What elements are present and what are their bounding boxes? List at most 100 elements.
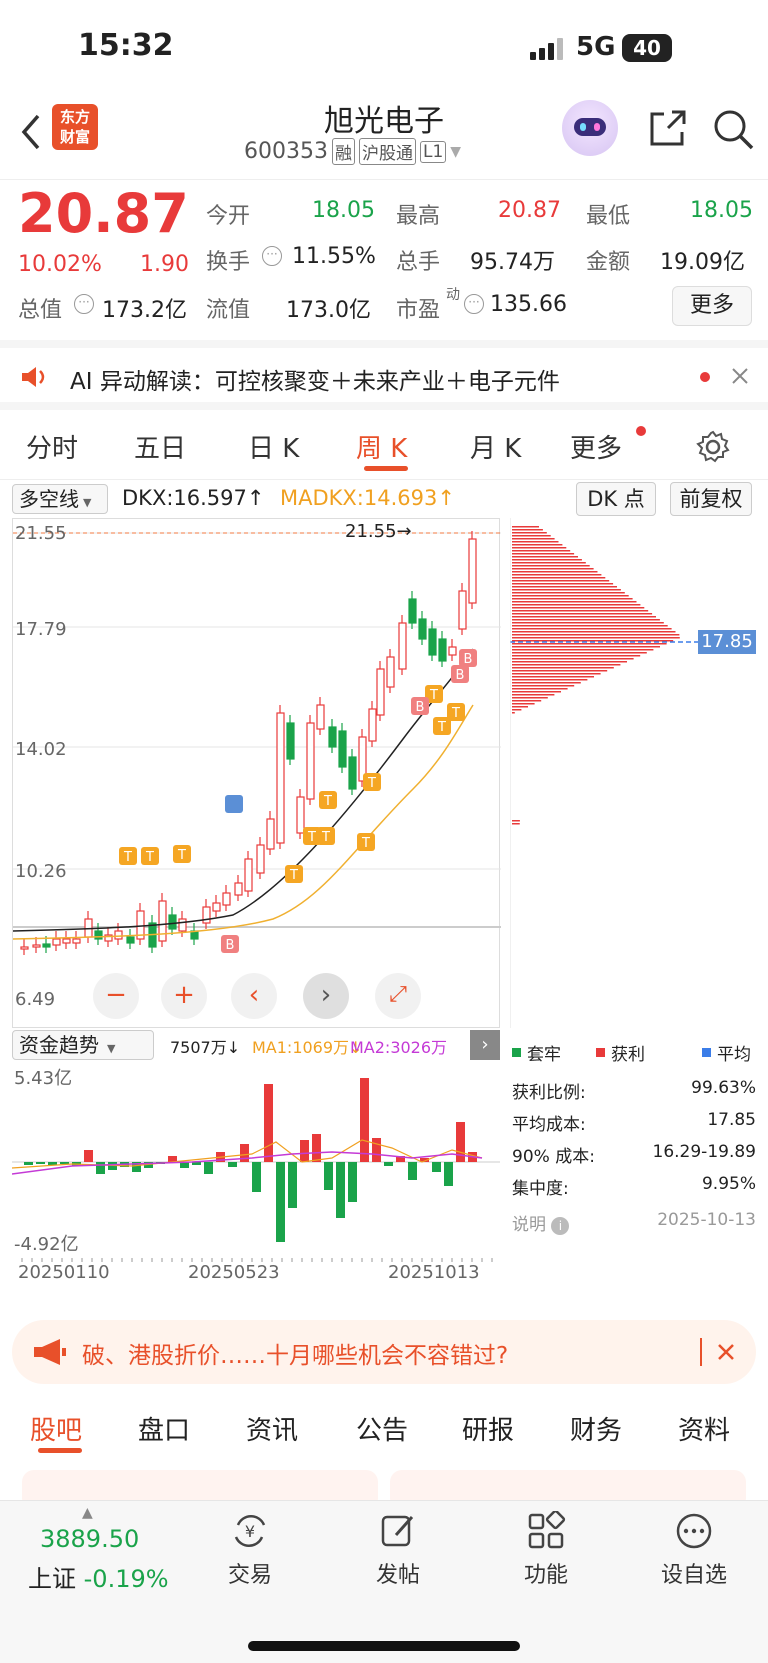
chip-bar [512, 589, 621, 591]
tab-financials[interactable]: 财务 [570, 1410, 622, 1447]
more-button[interactable]: 更多 [672, 286, 752, 326]
active-tab-indicator [38, 1448, 82, 1453]
index-value[interactable]: 3889.50 [40, 1525, 139, 1553]
add-watchlist-button[interactable]: 设自选 [644, 1511, 744, 1589]
amount-value: 19.09亿 [660, 250, 745, 275]
candle-body [458, 590, 467, 630]
tab-news[interactable]: 资讯 [246, 1410, 298, 1447]
tab-profile[interactable]: 资料 [678, 1410, 730, 1447]
functions-button[interactable]: 功能 [496, 1511, 596, 1589]
chip-bar [512, 625, 668, 627]
candle-body [296, 796, 305, 834]
info-dots-icon[interactable]: ··· [464, 294, 484, 314]
settings-gear-icon[interactable] [696, 430, 730, 464]
battery-level: 40 [633, 36, 661, 60]
pan-right-button[interactable]: › [303, 973, 349, 1019]
info-dots-icon[interactable]: ··· [74, 294, 94, 314]
index-quote[interactable]: 上证 -0.19% [28, 1559, 169, 1594]
flow-bar [312, 1134, 321, 1162]
signal-t-label: T [321, 830, 330, 845]
fund-flow-panel[interactable]: 资金趋势 ▼ 7507万↓ MA1:1069万↓ MA2:3026万 › 5.43… [12, 1030, 500, 1285]
tab-intraday[interactable]: 分时 [26, 428, 78, 465]
signal-t-label: T [307, 830, 316, 845]
chip-bar [512, 607, 645, 609]
kline-chart[interactable]: TTTTTTTTTTTTBBBB 21.55 17.79 14.02 10.26… [12, 518, 501, 1028]
search-icon[interactable] [712, 108, 756, 152]
chip-bar [512, 700, 542, 702]
chip-bar [512, 535, 551, 537]
flow-bar [84, 1150, 93, 1162]
turnover-value: 11.55% [292, 244, 376, 269]
signal-t-label: T [289, 868, 298, 883]
pan-left-button[interactable]: ‹ [231, 973, 277, 1019]
caret-up-icon: ▲ [82, 1505, 93, 1521]
amount-label: 金额 [586, 250, 631, 275]
chip-distribution[interactable]: 17.85 [509, 518, 758, 1028]
close-icon[interactable] [730, 366, 750, 386]
flow-bar [204, 1162, 213, 1174]
pe-value: 135.66 [490, 292, 567, 317]
ai-assistant-avatar[interactable] [562, 100, 618, 156]
chip-bar [512, 679, 588, 681]
candle-body [428, 628, 437, 656]
tab-forum[interactable]: 股吧 [30, 1410, 82, 1447]
chip-bar [512, 565, 590, 567]
signal-b-label: B [226, 938, 235, 953]
stock-code-row[interactable]: 600353 融 沪股通 L1 ▼ [244, 138, 461, 165]
price-adjust-button[interactable]: 前复权 [670, 482, 752, 516]
info-dots-icon[interactable]: ··· [262, 246, 282, 266]
dk-point-button[interactable]: DK 点 [576, 482, 656, 516]
chip-bar [512, 583, 614, 585]
signal-b-label: B [464, 652, 473, 667]
zoom-out-button[interactable]: − [93, 973, 139, 1019]
chip-bar [512, 553, 575, 555]
avg-cost-tag: 17.85 [698, 630, 756, 654]
tab-announcements[interactable]: 公告 [356, 1410, 408, 1447]
tab-daily-k[interactable]: 日 K [248, 428, 299, 465]
indicator-select[interactable]: 多空线 ▼ [12, 484, 108, 514]
chip-bar [512, 613, 653, 615]
legend-note[interactable]: 说明 i 2025-10-13 [512, 1210, 756, 1235]
tab-five-day[interactable]: 五日 [134, 428, 186, 465]
ai-insight-bar[interactable]: AI 异动解读：可控核聚变＋未来产业＋电子元件 [0, 340, 768, 410]
candle-body [178, 918, 187, 932]
share-icon[interactable] [648, 108, 688, 148]
change-percent: 10.02% [18, 252, 102, 277]
promo-banner[interactable]: 破、港股折价……十月哪些机会不容错过? [12, 1320, 756, 1384]
megaphone-icon [34, 1339, 66, 1365]
expand-arrow-icon[interactable]: › [470, 1030, 500, 1060]
tab-orderbook[interactable]: 盘口 [138, 1410, 190, 1447]
trade-button[interactable]: ¥ 交易 [200, 1511, 300, 1589]
high-marker: 21.55→ [345, 521, 412, 542]
fund-flow-canvas [12, 1078, 500, 1262]
date-label: 20251013 [388, 1262, 480, 1283]
fund-flow-select[interactable]: 资金趋势 ▼ [12, 1030, 154, 1060]
dropdown-icon: ▼ [450, 143, 462, 160]
chip-bar [512, 562, 586, 564]
last-price: 20.87 [18, 182, 189, 245]
candle-body [348, 756, 357, 790]
chip-bar [512, 712, 515, 714]
tab-more[interactable]: 更多 [570, 428, 622, 465]
post-button[interactable]: 发帖 [348, 1511, 448, 1589]
chip-legend: 套牢 获利 平均 获利比例: 99.63% 平均成本: 17.85 90% 成本: 1… [510, 1030, 758, 1235]
flow-bar [228, 1162, 237, 1167]
tab-weekly-k[interactable]: 周 K [356, 428, 407, 465]
candle-body [328, 726, 337, 748]
close-icon[interactable] [716, 1342, 736, 1362]
signal-t-label: T [367, 776, 376, 791]
chip-bar [512, 538, 555, 540]
fullscreen-icon[interactable]: ⤢ [375, 973, 421, 1019]
signal-s-badge [225, 795, 243, 813]
tab-research[interactable]: 研报 [462, 1410, 514, 1447]
zoom-in-button[interactable]: + [161, 973, 207, 1019]
ma1-value: MA1:1069万↓ [252, 1038, 363, 1057]
chip-bar [512, 610, 649, 612]
candle-body [20, 946, 29, 950]
tab-monthly-k[interactable]: 月 K [470, 428, 521, 465]
legend-row: 集中度: 9.95% [512, 1174, 756, 1199]
network-label: 5G [576, 32, 616, 62]
dkx-line [13, 648, 474, 932]
candle-body [52, 938, 61, 946]
flow-bar [360, 1078, 369, 1162]
